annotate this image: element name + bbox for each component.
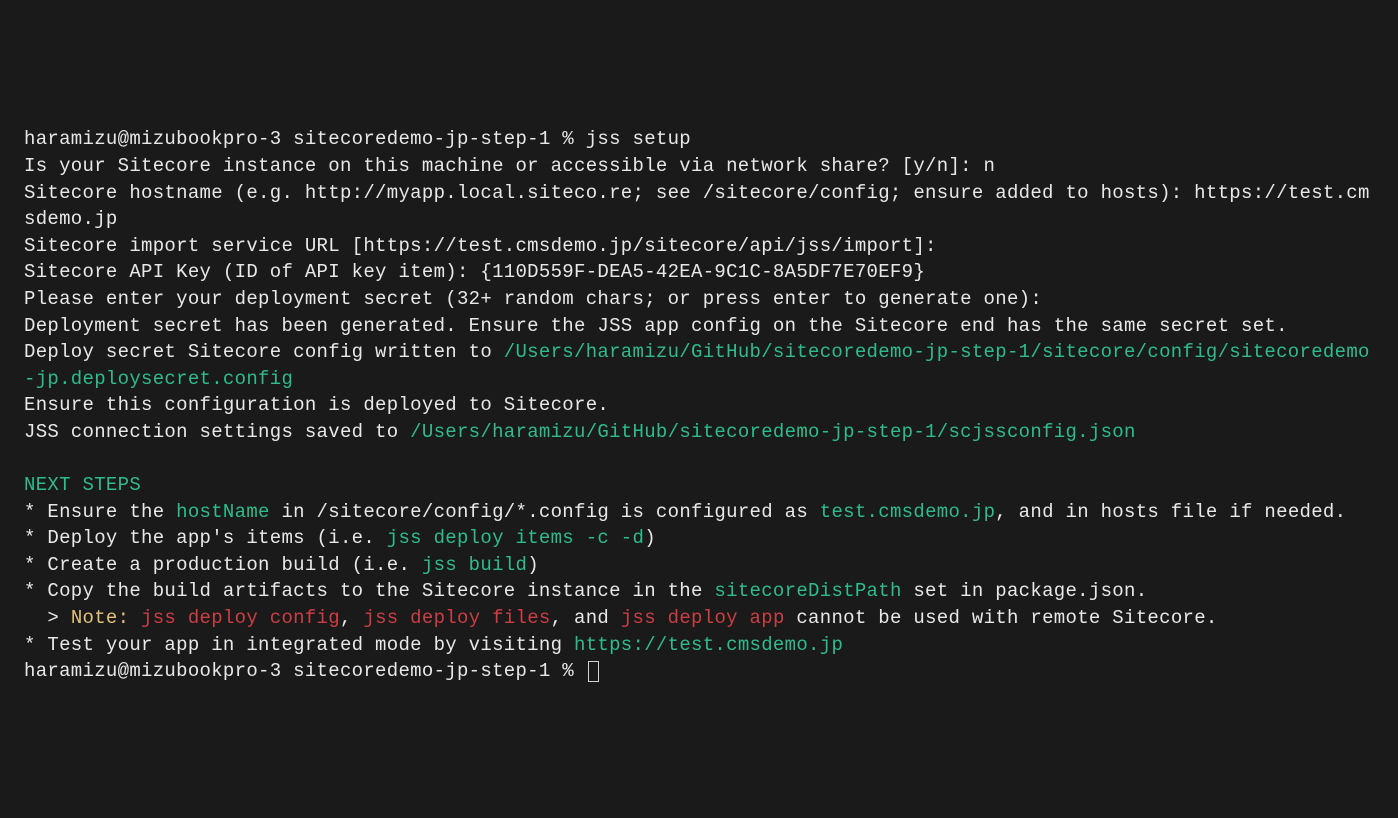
command: jss deploy app [621, 607, 785, 629]
next-steps-heading: NEXT STEPS [24, 474, 141, 496]
hostname-value: test.cmsdemo.jp [820, 501, 996, 523]
terminal-line: haramizu@mizubookpro-3 sitecoredemo-jp-s… [24, 128, 691, 150]
command: jss deploy files [363, 607, 550, 629]
step-line: * Ensure the hostName in /sitecore/confi… [24, 501, 1346, 523]
step-line: * Copy the build artifacts to the Siteco… [24, 580, 1147, 602]
url: https://test.cmsdemo.jp [574, 634, 843, 656]
terminal-line: Please enter your deployment secret (32+… [24, 288, 1054, 310]
terminal-line: Sitecore hostname (e.g. http://myapp.loc… [24, 182, 1370, 231]
config-path: /Users/haramizu/GitHub/sitecoredemo-jp-s… [410, 421, 1136, 443]
terminal-line: Ensure this configuration is deployed to… [24, 394, 609, 416]
step-line: * Create a production build (i.e. jss bu… [24, 554, 539, 576]
terminal-line: JSS connection settings saved to /Users/… [24, 421, 1136, 443]
step-line: * Deploy the app's items (i.e. jss deplo… [24, 527, 656, 549]
terminal-line: Sitecore API Key (ID of API key item): {… [24, 261, 925, 283]
note-label: Note: [71, 607, 130, 629]
terminal-line: Sitecore import service URL [https://tes… [24, 235, 948, 257]
command: jss deploy items -c -d [387, 527, 644, 549]
note-line: > Note: jss deploy config, jss deploy fi… [24, 607, 1218, 629]
keyword-distpath: sitecoreDistPath [714, 580, 901, 602]
terminal-line: Deploy secret Sitecore config written to… [24, 341, 1370, 390]
keyword-hostname: hostName [176, 501, 270, 523]
step-line: * Test your app in integrated mode by vi… [24, 634, 843, 656]
terminal-output[interactable]: haramizu@mizubookpro-3 sitecoredemo-jp-s… [24, 126, 1374, 684]
command: jss deploy config [141, 607, 340, 629]
terminal-prompt[interactable]: haramizu@mizubookpro-3 sitecoredemo-jp-s… [24, 660, 599, 682]
command: jss build [422, 554, 527, 576]
terminal-line: Is your Sitecore instance on this machin… [24, 155, 995, 177]
cursor-icon [588, 661, 599, 682]
terminal-line: Deployment secret has been generated. En… [24, 315, 1288, 337]
